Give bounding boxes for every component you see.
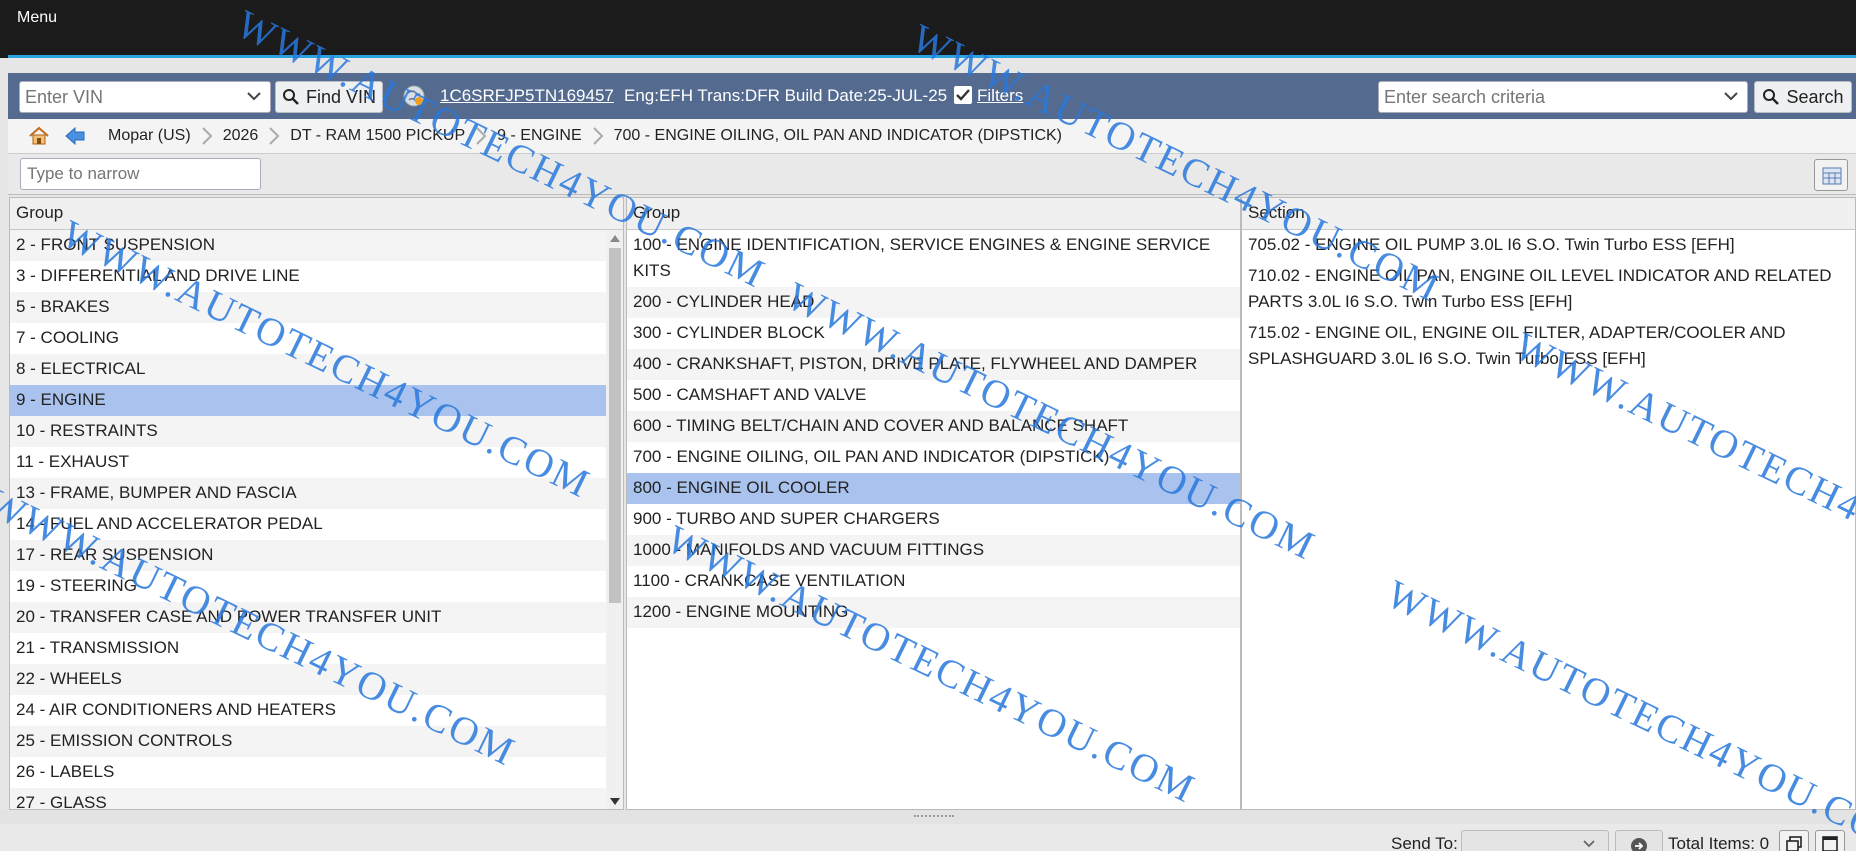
group-list-level1: 2 - FRONT SUSPENSION 3 - DIFFERENTIAL AND…: [10, 230, 623, 809]
send-to-select[interactable]: [1461, 830, 1609, 851]
send-to-label: Send To:: [1391, 834, 1458, 851]
filters-checkbox[interactable]: [954, 86, 972, 104]
vin-combobox[interactable]: [19, 81, 271, 113]
search-combobox[interactable]: [1378, 81, 1748, 113]
search-icon: [282, 89, 299, 105]
narrow-toolbar: [8, 154, 1856, 195]
subgroup-row[interactable]: 900 - TURBO AND SUPER CHARGERS: [627, 504, 1240, 535]
search-label: Search: [1786, 86, 1844, 107]
accent-divider: [8, 55, 1856, 58]
subgroup-row[interactable]: 500 - CAMSHAFT AND VALVE: [627, 380, 1240, 411]
breadcrumb-item-group[interactable]: 9 - ENGINE: [497, 127, 581, 145]
group-row[interactable]: 8 - ELECTRICAL: [10, 354, 606, 385]
search-input[interactable]: [1379, 82, 1699, 112]
group-row[interactable]: 17 - REAR SUSPENSION: [10, 540, 606, 571]
send-go-button[interactable]: [1615, 830, 1663, 851]
top-menu-bar: Menu: [0, 0, 1856, 58]
subgroup-row[interactable]: 1000 - MANIFOLDS AND VACUUM FITTINGS: [627, 535, 1240, 566]
subgroup-row[interactable]: 400 - CRANKSHAFT, PISTON, DRIVE PLATE, F…: [627, 349, 1240, 380]
chevron-down-icon: [1583, 840, 1595, 848]
group-list-level2: 100 - ENGINE IDENTIFICATION, SERVICE ENG…: [627, 230, 1240, 628]
vin-number-link[interactable]: 1C6SRFJP5TN169457: [440, 86, 614, 106]
scrollbar-thumb[interactable]: [609, 248, 621, 603]
subgroup-row[interactable]: 100 - ENGINE IDENTIFICATION, SERVICE ENG…: [627, 230, 1240, 287]
breadcrumb-item-catalog[interactable]: Mopar (US): [108, 127, 191, 145]
group-row[interactable]: 25 - EMISSION CONTROLS: [10, 726, 606, 757]
filters-link[interactable]: Filters: [977, 86, 1023, 106]
subgroup-row[interactable]: 200 - CYLINDER HEAD: [627, 287, 1240, 318]
subgroup-row[interactable]: 300 - CYLINDER BLOCK: [627, 318, 1240, 349]
group-row[interactable]: 13 - FRAME, BUMPER AND FASCIA: [10, 478, 606, 509]
subgroup-row[interactable]: 800 - ENGINE OIL COOLER: [627, 473, 1240, 504]
group-row[interactable]: 7 - COOLING: [10, 323, 606, 354]
restore-window-button[interactable]: [1779, 830, 1809, 851]
chevron-down-icon[interactable]: [246, 88, 262, 104]
group-panel-level2: Group 100 - ENGINE IDENTIFICATION, SERVI…: [626, 197, 1241, 810]
vertical-scrollbar[interactable]: [606, 230, 623, 809]
subgroup-row[interactable]: 600 - TIMING BELT/CHAIN AND COVER AND BA…: [627, 411, 1240, 442]
vin-info-text: Eng:EFH Trans:DFR Build Date:25-JUL-25: [624, 86, 948, 105]
group-row[interactable]: 3 - DIFFERENTIAL AND DRIVE LINE: [10, 261, 606, 292]
group-row[interactable]: 2 - FRONT SUSPENSION: [10, 230, 606, 261]
subgroup-row[interactable]: 1100 - CRANKCASE VENTILATION: [627, 566, 1240, 597]
scroll-down-icon[interactable]: [610, 798, 620, 806]
narrow-filter-input[interactable]: [20, 158, 261, 190]
scroll-up-icon[interactable]: [610, 234, 620, 242]
section-row[interactable]: 715.02 - ENGINE OIL, ENGINE OIL FILTER, …: [1242, 318, 1855, 375]
find-vin-button[interactable]: Find VIN: [275, 81, 383, 113]
section-panel: Section 705.02 - ENGINE OIL PUMP 3.0L I6…: [1241, 197, 1856, 810]
chevron-right-icon: [201, 127, 213, 145]
home-icon[interactable]: [28, 126, 50, 146]
group-row[interactable]: 26 - LABELS: [10, 757, 606, 788]
group-row[interactable]: 21 - TRANSMISSION: [10, 633, 606, 664]
chevron-right-icon: [476, 127, 487, 145]
group-row[interactable]: 14 - FUEL AND ACCELERATOR PEDAL: [10, 509, 606, 540]
section-list: 705.02 - ENGINE OIL PUMP 3.0L I6 S.O. Tw…: [1242, 230, 1855, 375]
chevron-right-icon: [592, 127, 604, 145]
globe-icon[interactable]: [402, 84, 426, 108]
chevron-down-icon[interactable]: [1723, 88, 1739, 104]
group-panel-level1: Group 2 - FRONT SUSPENSION 3 - DIFFERENTI…: [9, 197, 624, 810]
group-row[interactable]: 22 - WHEELS: [10, 664, 606, 695]
group-row[interactable]: 5 - BRAKES: [10, 292, 606, 323]
breadcrumb-item-year[interactable]: 2026: [223, 127, 259, 145]
splitter-grip[interactable]: [914, 815, 954, 819]
section-row[interactable]: 710.02 - ENGINE OIL PAN, ENGINE OIL LEVE…: [1242, 261, 1855, 318]
panel-header: Group: [627, 198, 1240, 230]
menu-button[interactable]: Menu: [17, 9, 57, 27]
vin-toolbar: Find VIN 1C6SRFJP5TN169457 Eng:EFH Trans…: [8, 73, 1856, 119]
group-row[interactable]: 24 - AIR CONDITIONERS AND HEATERS: [10, 695, 606, 726]
find-vin-label: Find VIN: [305, 86, 377, 107]
breadcrumb: Mopar (US) 2026 DT - RAM 1500 PICKUP 9 -…: [8, 119, 1856, 154]
layout-toggle-button[interactable]: [1814, 159, 1848, 191]
chevron-right-icon: [269, 127, 280, 145]
group-row[interactable]: 20 - TRANSFER CASE AND POWER TRANSFER UN…: [10, 602, 606, 633]
group-row[interactable]: 11 - EXHAUST: [10, 447, 606, 478]
panel-header: Section: [1242, 198, 1855, 230]
breadcrumb-item-subgroup: 700 - ENGINE OILING, OIL PAN AND INDICAT…: [613, 127, 1063, 144]
panel-header: Group: [10, 198, 623, 230]
app-window: { "topbar": { "menu_label": "Menu" }, "t…: [0, 0, 1856, 851]
search-button[interactable]: Search: [1754, 81, 1852, 113]
check-icon: [956, 89, 970, 101]
subgroup-row[interactable]: 1200 - ENGINE MOUNTING: [627, 597, 1240, 628]
vin-input[interactable]: [20, 82, 230, 112]
group-row[interactable]: 9 - ENGINE: [10, 385, 606, 416]
section-row[interactable]: 705.02 - ENGINE OIL PUMP 3.0L I6 S.O. Tw…: [1242, 230, 1855, 261]
grid-layout-icon: [1822, 167, 1842, 185]
total-items-count: Total Items: 0: [1668, 834, 1770, 851]
group-row[interactable]: 10 - RESTRAINTS: [10, 416, 606, 447]
resize-splitter[interactable]: [0, 810, 1856, 824]
search-icon: [1763, 89, 1780, 105]
maximize-icon: [1822, 836, 1838, 851]
arrow-right-circle-icon: [1631, 838, 1647, 851]
group-row[interactable]: 19 - STEERING: [10, 571, 606, 602]
status-footer: Send To: Total Items: 0: [0, 824, 1856, 851]
maximize-window-button[interactable]: [1815, 830, 1845, 851]
group-row[interactable]: 27 - GLASS: [10, 788, 606, 809]
back-arrow-icon[interactable]: [64, 126, 86, 146]
restore-icon: [1786, 836, 1802, 851]
breadcrumb-item-model[interactable]: DT - RAM 1500 PICKUP: [290, 127, 465, 145]
subgroup-row[interactable]: 700 - ENGINE OILING, OIL PAN AND INDICAT…: [627, 442, 1240, 473]
